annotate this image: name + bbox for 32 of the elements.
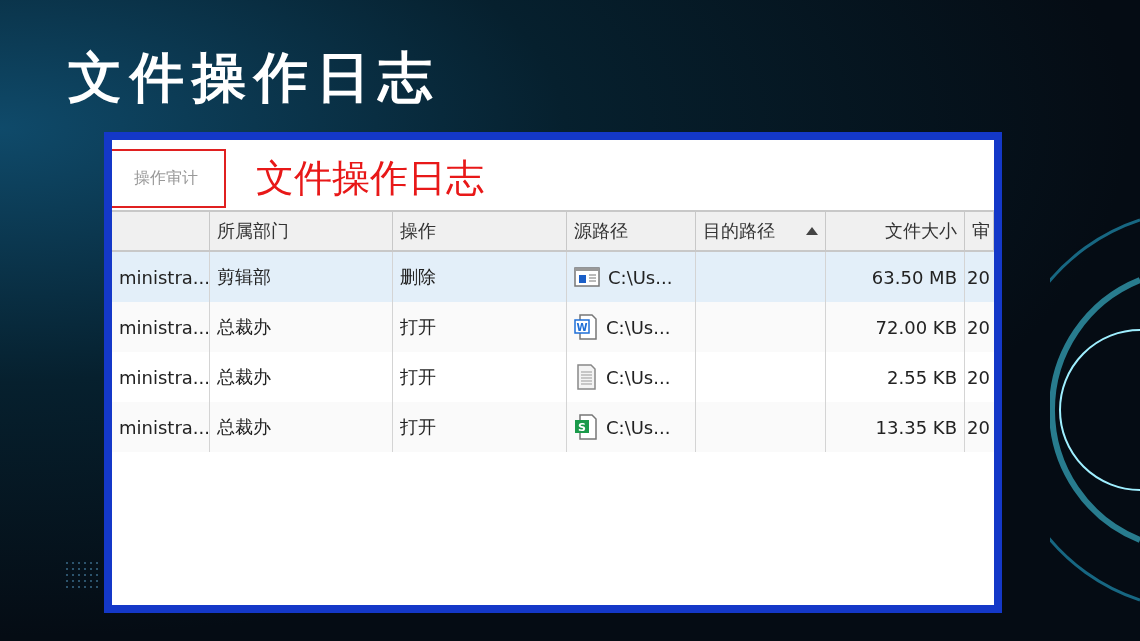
table-cell: 打开 bbox=[400, 315, 436, 339]
table-cell: 20 bbox=[967, 266, 990, 288]
table-cell: 总裁办 bbox=[217, 315, 271, 339]
table-cell: 打开 bbox=[400, 415, 436, 439]
table-cell: 20 bbox=[967, 366, 990, 388]
table-cell: 剪辑部 bbox=[217, 265, 271, 289]
table-cell: C:\Us... bbox=[606, 416, 671, 438]
table-cell: 72.00 KB bbox=[875, 316, 957, 338]
table-cell: ministra... bbox=[119, 366, 209, 388]
table-cell: ministra... bbox=[119, 316, 209, 338]
table-row[interactable]: ministra... 剪辑部 删除 C:\Us... 63.50 MB 20 bbox=[112, 252, 994, 302]
table-cell: C:\Us... bbox=[606, 366, 671, 388]
table-cell: 63.50 MB bbox=[871, 266, 957, 288]
table-cell: 2.55 KB bbox=[887, 366, 957, 388]
table-cell: C:\Us... bbox=[606, 316, 671, 338]
table-cell: 20 bbox=[967, 316, 990, 338]
table-cell: ministra... bbox=[119, 266, 209, 288]
table-row[interactable]: ministra... 总裁办 打开 W C:\Us... 72.00 KB 20 bbox=[112, 302, 994, 352]
table-cell: 20 bbox=[967, 416, 990, 438]
table-cell: 删除 bbox=[400, 265, 436, 289]
table-cell: C:\Us... bbox=[608, 266, 673, 288]
text-document-icon bbox=[574, 363, 598, 391]
table-cell: 打开 bbox=[400, 365, 436, 389]
table-cell: 总裁办 bbox=[217, 365, 271, 389]
table-cell: 13.35 KB bbox=[875, 416, 957, 438]
window-file-icon bbox=[574, 266, 600, 288]
dot-grid-drawing bbox=[64, 560, 100, 590]
table-cell: 总裁办 bbox=[217, 415, 271, 439]
annotation-label: 文件操作日志 bbox=[256, 155, 484, 201]
slide-title: 文件操作日志 bbox=[68, 46, 440, 110]
table-row[interactable]: ministra... 总裁办 打开 S C:\Us... 13.35 KB 20 bbox=[112, 402, 994, 452]
table-cell: ministra... bbox=[119, 416, 209, 438]
